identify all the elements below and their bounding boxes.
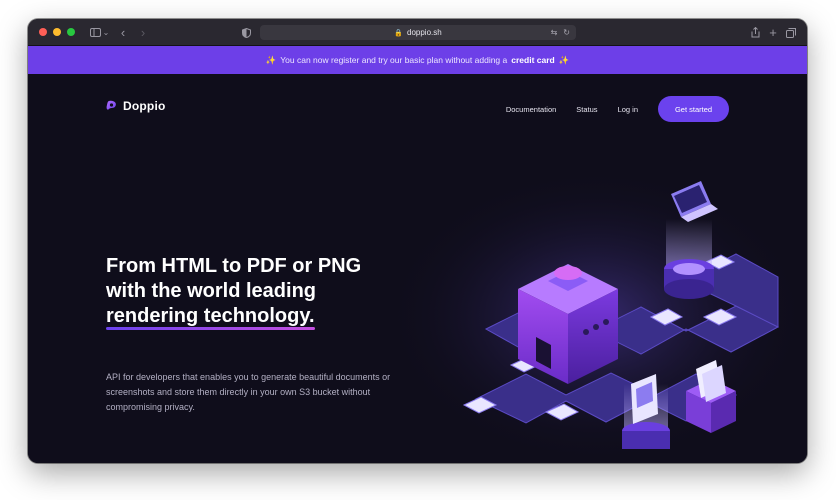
back-icon[interactable]: ‹: [117, 19, 129, 46]
minimize-window-button[interactable]: [53, 28, 61, 36]
address-url: doppio.sh: [407, 28, 442, 37]
translate-icon[interactable]: ⇆: [551, 26, 558, 39]
nav-link-log-in[interactable]: Log in: [618, 105, 638, 114]
zoom-window-button[interactable]: [67, 28, 75, 36]
nav-link-status[interactable]: Status: [576, 105, 597, 114]
hero-title-highlight: rendering technology.: [106, 305, 315, 330]
logo-text: Doppio: [123, 99, 166, 113]
announcement-banner[interactable]: ✨ You can now register and try our basic…: [28, 46, 807, 74]
hero-title-line-1: From HTML to PDF or PNG: [106, 255, 362, 277]
lock-icon: 🔒: [394, 29, 403, 37]
traffic-lights: [39, 28, 75, 36]
reload-icon[interactable]: ↻: [563, 26, 570, 39]
browser-toolbar: ⌄ ‹ › 🔒 doppio.sh ⇆ ↻ +: [28, 19, 807, 46]
privacy-shield-icon[interactable]: [240, 19, 252, 46]
tab-overview-icon[interactable]: [785, 19, 797, 46]
get-started-button[interactable]: Get started: [658, 96, 729, 122]
sparkles-icon: ✨: [265, 54, 277, 65]
banner-emphasis: credit card: [511, 55, 555, 65]
browser-window: ⌄ ‹ › 🔒 doppio.sh ⇆ ↻ + ✨ You can now re…: [28, 19, 807, 463]
share-icon[interactable]: [749, 19, 761, 46]
chevron-down-icon[interactable]: ⌄: [101, 19, 111, 46]
hero-title: From HTML to PDF or PNG with the world l…: [106, 254, 406, 330]
sparkles-icon: ✨: [558, 54, 570, 65]
close-window-button[interactable]: [39, 28, 47, 36]
doppio-logo-icon: [106, 100, 116, 110]
render-engine-cube: [518, 264, 618, 384]
image-tower: [622, 374, 670, 449]
site-logo[interactable]: Doppio: [106, 99, 166, 113]
banner-text: You can now register and try our basic p…: [280, 55, 508, 65]
page-content: Doppio Documentation Status Log in Get s…: [28, 74, 807, 463]
hero-subtitle: API for developers that enables you to g…: [106, 372, 391, 412]
sidebar-icon[interactable]: [89, 19, 101, 46]
new-tab-icon[interactable]: +: [767, 19, 779, 46]
nav-link-documentation[interactable]: Documentation: [506, 105, 556, 114]
site-nav: Doppio Documentation Status Log in Get s…: [28, 74, 807, 144]
isometric-rendering-illustration: [386, 169, 807, 463]
hero-title-line-2: with the world leading: [106, 280, 316, 302]
address-bar[interactable]: 🔒 doppio.sh ⇆ ↻: [260, 25, 576, 40]
forward-icon[interactable]: ›: [137, 19, 149, 46]
nav-links: Documentation Status Log in Get started: [506, 96, 729, 122]
